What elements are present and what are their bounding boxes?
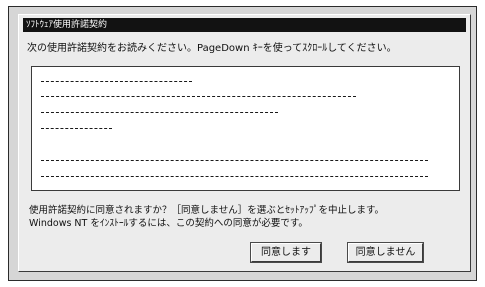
disagree-button[interactable]: 同意しません <box>347 242 424 263</box>
question-line-2: Windows NT をｲﾝｽﾄｰﾙするには、この契約への同意が必要です。 <box>29 218 308 229</box>
agree-button[interactable]: 同意します <box>250 242 322 263</box>
license-text-line <box>41 81 192 82</box>
question-line-1: 使用許諾契約に同意されますか？［同意しません］を選ぶとｾｯﾄｱｯﾌﾟを中止します… <box>29 205 385 216</box>
license-text-line <box>41 160 428 161</box>
license-agreement-dialog: ｿﾌﾄｳｪｱ使用許諾契約 次の使用許諾契約をお読みください。PageDown ｷ… <box>18 14 471 272</box>
instruction-text: 次の使用許諾契約をお読みください。PageDown ｷｰを使ってｽｸﾛｰﾙしてく… <box>27 43 397 54</box>
license-text-line <box>41 96 356 97</box>
license-text-line <box>41 176 428 177</box>
agreement-question: 使用許諾契約に同意されますか？［同意しません］を選ぶとｾｯﾄｱｯﾌﾟを中止します… <box>29 204 384 230</box>
dialog-title: ｿﾌﾄｳｪｱ使用許諾契約 <box>23 18 466 32</box>
license-text-area[interactable] <box>31 66 460 191</box>
license-text-line <box>41 112 278 113</box>
license-text-line <box>41 128 112 129</box>
